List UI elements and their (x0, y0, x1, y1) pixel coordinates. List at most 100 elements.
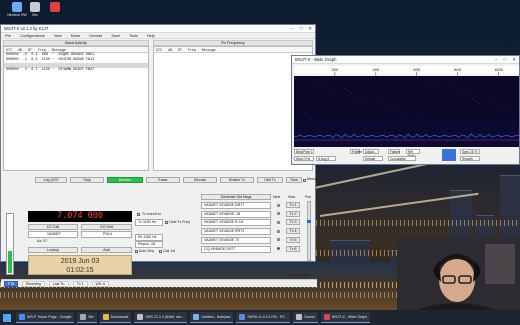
wide-graph-title-bar[interactable]: WSJT-X - Wide Graph – □ ✕ (292, 56, 519, 64)
n-avg[interactable]: N Avg 5 (316, 156, 336, 161)
waterfall-noise (405, 117, 406, 118)
waterfall-noise (347, 90, 348, 91)
lookup-button[interactable]: Lookup (28, 247, 78, 253)
halt-tx-button[interactable]: Halt Tx (257, 177, 283, 183)
taskbar-item[interactable]: WSJT Home Page - Google (16, 312, 75, 323)
taskbar-item[interactable]: Sound (293, 312, 318, 323)
tx-message-field[interactable]: CQ VE4MOE DR77 (201, 245, 271, 253)
power-slider-handle[interactable] (307, 220, 311, 223)
band-activity-pane[interactable]: UTC dB DT Freq Message 000000 -5 0.4 006… (3, 46, 149, 171)
status-last-tx: Last Tx: (48, 280, 69, 287)
dx-grid-input[interactable]: FN14 (81, 231, 132, 238)
menu-view[interactable]: View (54, 34, 62, 38)
smooth-select[interactable]: Smooth (460, 156, 480, 161)
adjust-button[interactable]: Adjust... (363, 149, 379, 154)
taskbar-item[interactable]: WSJT-X - Wide Graph (320, 312, 371, 323)
stop-button[interactable]: Stop (70, 177, 104, 183)
waterfall-noise (313, 79, 314, 80)
tx-message-field[interactable]: VA3MET VE4MOE DR77 (201, 202, 271, 209)
monitor-button[interactable]: Monitor (107, 177, 143, 183)
waterfall-display[interactable]: 200 400 600 800 1000 (294, 66, 519, 147)
maximize-icon[interactable]: □ (300, 26, 303, 32)
tx-next-radio[interactable] (277, 203, 280, 207)
waterfall-noise (350, 92, 351, 93)
tx-next-radio[interactable] (277, 247, 280, 250)
ref-spec-checkbox[interactable]: Ref Spec (406, 149, 420, 158)
tx-next-radio[interactable] (277, 238, 280, 242)
generate-std-msgs-button[interactable]: Generate Std Msgs (201, 194, 271, 200)
taskbar-item-label: WSJT-X - Wide Graph (331, 315, 368, 319)
rx-frequency-header: UTC dB DT Freq Message (154, 47, 312, 53)
menu-help[interactable]: Help (147, 34, 155, 38)
title-bar[interactable]: WSJT-X v2.1.2 by K1JT – □ ✕ (1, 25, 315, 33)
spec-percent[interactable]: Spec 25 % (460, 149, 480, 154)
taskbar-item[interactable]: Bin (77, 312, 97, 323)
taskbar-item[interactable]: Downloads (99, 312, 132, 323)
rx-frequency-pane[interactable]: UTC dB DT Freq Message (153, 46, 313, 171)
tx-message-field[interactable]: VA3MET VE4MOE -18 (201, 210, 271, 218)
tx-now-button[interactable]: Tx 6 (286, 245, 300, 252)
tx-now-button[interactable]: Tx 5 (286, 236, 300, 243)
app-icon (50, 2, 60, 12)
menu-decode[interactable]: Decode (89, 34, 102, 38)
flatten-checkbox[interactable]: Flatten (388, 149, 400, 154)
palette-label[interactable]: Palette (350, 149, 362, 154)
start-frequency[interactable]: Start 0 Hz (294, 156, 314, 161)
col-db: dB (17, 47, 22, 52)
log-qso-button[interactable]: Log QSO (35, 177, 67, 183)
waterfall-noise (436, 86, 437, 87)
bins-per-pixel[interactable]: Bins/Pixel 1 (294, 149, 314, 154)
tx-even-checkbox[interactable] (137, 213, 140, 216)
add-button[interactable]: Add (81, 247, 132, 253)
menu-tools[interactable]: Tools (129, 34, 138, 38)
start-icon[interactable] (3, 313, 11, 322)
decode-row[interactable]: 000000 2 0.7 1150 ~ DF4AMW KD2DC FN07 (4, 68, 148, 73)
power-slider[interactable] (307, 201, 311, 261)
wide-graph-window: WSJT-X - Wide Graph – □ ✕ 200 400 600 800 10… (291, 55, 520, 165)
waterfall-noise (507, 110, 508, 111)
tx-next-radio[interactable] (277, 212, 280, 216)
waterfall-noise (504, 108, 505, 109)
erase-button[interactable]: Erase (146, 177, 180, 183)
maximize-icon[interactable]: □ (504, 57, 507, 63)
menu-save[interactable]: Save (111, 34, 120, 38)
desktop-icon-2[interactable] (40, 2, 70, 13)
waterfall-noise (344, 88, 345, 89)
close-icon[interactable]: ✕ (512, 57, 516, 63)
minimize-icon[interactable]: – (495, 57, 498, 63)
taskbar-item[interactable]: OBS 21.1.2 (64bit, win... (134, 312, 188, 323)
dx-call-input[interactable]: VA3MET (28, 231, 78, 238)
taskbar-item[interactable]: SDR# v1.0.0.1700 - RT... (236, 312, 291, 323)
tx-frequency-spinbox[interactable]: Tx 1150 Hz (135, 219, 163, 226)
desktop-icon-label: Bin (32, 13, 38, 17)
menu-file[interactable]: File (5, 34, 11, 38)
tx-next-radio[interactable] (277, 229, 280, 233)
waterfall-noise (516, 116, 517, 117)
report-spinbox[interactable]: Report -18 (135, 241, 163, 248)
tx-now-button[interactable]: Tx 4 (286, 228, 300, 235)
call-1st-checkbox[interactable] (159, 250, 162, 253)
tune-button[interactable]: Tune (286, 177, 302, 183)
default-palette[interactable]: Default (363, 156, 383, 161)
tx-now-button[interactable]: Tx 2 (286, 210, 300, 217)
menu-configurations[interactable]: Configurations (20, 34, 44, 38)
decode-button[interactable]: Decode (183, 177, 217, 183)
tx-now-button[interactable]: Tx 3 (286, 219, 300, 226)
taskbar-item-label: Untitled - Notepad (201, 315, 231, 319)
tx-message-field[interactable]: VA3MET VE4MOE 73 (201, 236, 271, 244)
menus-checkbox[interactable] (303, 178, 306, 182)
cumulative-select[interactable]: Cumulative (388, 156, 416, 161)
tx-next-radio[interactable] (277, 220, 280, 224)
zero-slider[interactable] (442, 149, 456, 161)
rx-frequency-spinbox[interactable]: Rx 1150 Hz (135, 234, 163, 241)
menu-mode[interactable]: Mode (71, 34, 81, 38)
hold-tx-checkbox[interactable] (165, 221, 168, 224)
auto-seq-checkbox[interactable] (135, 250, 138, 253)
tx-message-field[interactable]: VA3MET VE4MOE R-18 (201, 219, 271, 227)
close-icon[interactable]: ✕ (308, 26, 312, 32)
tx-message-field[interactable]: VA3MET VE4MOE RR73 (201, 228, 271, 236)
enable-tx-button[interactable]: Enable Tx (220, 177, 254, 183)
taskbar-item[interactable]: Untitled - Notepad (190, 312, 234, 323)
minimize-icon[interactable]: – (291, 26, 294, 32)
tx-now-button[interactable]: Tx 1 (286, 202, 300, 208)
